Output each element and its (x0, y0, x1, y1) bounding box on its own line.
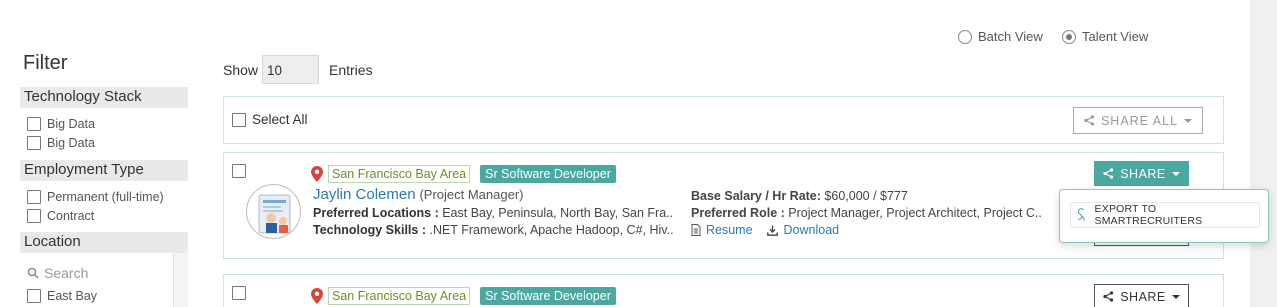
preferred-role-value: Project Manager, Project Architect, Proj… (788, 206, 1041, 220)
role-tag: Sr Software Developer (480, 165, 616, 183)
location-tag: San Francisco Bay Area (328, 165, 471, 183)
filter-checkbox[interactable] (27, 190, 41, 204)
share-icon (1103, 168, 1114, 179)
filter-option-label: Permanent (full-time) (47, 190, 164, 204)
filter-option-contract[interactable]: Contract (27, 209, 94, 223)
preferred-role-label: Preferred Role : (691, 206, 785, 220)
filter-checkbox[interactable] (27, 117, 41, 131)
download-link[interactable]: Download (784, 223, 840, 237)
share-icon (1084, 115, 1095, 126)
smartrecruiters-icon (1077, 208, 1085, 221)
select-all-bar: Select All SHARE ALL (223, 96, 1224, 144)
avatar (246, 184, 301, 239)
select-all-label: Select All (252, 112, 308, 127)
filter-checkbox[interactable] (27, 289, 41, 303)
filter-section-location: Location (20, 232, 188, 253)
talent-card-checkbox[interactable] (232, 164, 246, 178)
share-all-label: SHARE ALL (1100, 113, 1179, 128)
download-icon (766, 225, 778, 236)
batch-view-label: Batch View (978, 29, 1043, 44)
resume-link[interactable]: Resume (706, 223, 753, 237)
entries-label: Entries (329, 62, 373, 78)
talent-view-label: Talent View (1082, 29, 1149, 44)
chevron-down-icon (1171, 171, 1180, 176)
filter-option-label: Contract (47, 209, 95, 223)
filter-checkbox[interactable] (27, 209, 41, 223)
filter-checkbox[interactable] (27, 136, 41, 150)
filter-title: Filter (23, 52, 68, 74)
filter-option-label: East Bay (47, 289, 98, 303)
talent-card-tags: San Francisco Bay Area Sr Software Devel… (311, 165, 616, 183)
location-search-placeholder: Search (44, 265, 89, 281)
batch-view-radio-circle[interactable] (958, 29, 972, 44)
preferred-locations-label: Preferred Locations : (313, 206, 439, 220)
role-tag: Sr Software Developer (480, 287, 616, 305)
filter-option-label: Big Data (47, 117, 95, 131)
technology-skills-label: Technology Skills : (313, 223, 426, 237)
entries-per-page-input[interactable]: 10 (262, 55, 319, 84)
share-all-button[interactable]: SHARE ALL (1073, 107, 1203, 134)
share-label: SHARE (1120, 166, 1166, 181)
talent-view-radio[interactable]: Talent View (1062, 29, 1148, 44)
preferred-role: Preferred Role : Project Manager, Projec… (691, 206, 1041, 220)
base-salary-value: $60,000 / $777 (824, 189, 908, 203)
location-search-input[interactable]: Search (27, 265, 88, 281)
search-icon (27, 267, 39, 279)
filter-option-permanent[interactable]: Permanent (full-time) (27, 190, 164, 204)
share-dropdown-menu: EXPORT TO SMARTRECRUITERS (1059, 189, 1269, 243)
talent-card: San Francisco Bay Area Sr Software Devel… (223, 274, 1224, 307)
share-button[interactable]: SHARE (1094, 161, 1189, 186)
talent-card-tags: San Francisco Bay Area Sr Software Devel… (311, 287, 616, 305)
talent-name-line: Jaylin Colemen (Project Manager) (313, 186, 523, 203)
talent-view-radio-circle[interactable] (1062, 29, 1076, 44)
base-salary-label: Base Salary / Hr Rate: (691, 189, 821, 203)
share-label: SHARE (1120, 289, 1166, 304)
talent-card-checkbox[interactable] (232, 286, 246, 300)
preferred-locations: Preferred Locations : East Bay, Peninsul… (313, 206, 673, 220)
filter-section-employment-type: Employment Type (20, 160, 188, 181)
select-all-box[interactable] (232, 112, 246, 127)
filter-option-label: Big Data (47, 136, 95, 150)
filter-option-big-data-2[interactable]: Big Data (27, 136, 95, 150)
filter-option-big-data-1[interactable]: Big Data (27, 117, 95, 131)
batch-view-radio[interactable]: Batch View (958, 29, 1043, 44)
talent-title: (Project Manager) (419, 187, 524, 202)
talent-card-links: Resume Download (691, 223, 839, 237)
technology-skills-value: .NET Framework, Apache Hadoop, C#, Hiv..… (429, 223, 673, 237)
document-icon (691, 224, 701, 236)
talent-name-link[interactable]: Jaylin Colemen (313, 186, 416, 203)
chevron-down-icon (1184, 118, 1193, 123)
chevron-down-icon (1171, 294, 1180, 299)
export-to-smartrecruiters-item[interactable]: EXPORT TO SMARTRECRUITERS (1070, 202, 1260, 228)
location-pin-icon (311, 288, 323, 304)
filter-option-east-bay[interactable]: East Bay (27, 289, 97, 303)
export-label: EXPORT TO SMARTRECRUITERS (1094, 203, 1203, 227)
preferred-locations-value: East Bay, Peninsula, North Bay, San Fra.… (442, 206, 673, 220)
technology-skills: Technology Skills : .NET Framework, Apac… (313, 223, 673, 237)
base-salary: Base Salary / Hr Rate: $60,000 / $777 (691, 189, 1051, 203)
page-scroll-gutter (1250, 0, 1277, 307)
share-icon (1103, 291, 1114, 302)
location-tag: San Francisco Bay Area (328, 287, 471, 305)
filter-section-technology-stack: Technology Stack (20, 87, 188, 108)
show-label: Show (223, 62, 259, 78)
location-list-scrollbar[interactable] (173, 253, 188, 307)
location-pin-icon (311, 166, 323, 182)
share-button[interactable]: SHARE (1094, 284, 1189, 307)
select-all-checkbox[interactable]: Select All (232, 112, 308, 127)
